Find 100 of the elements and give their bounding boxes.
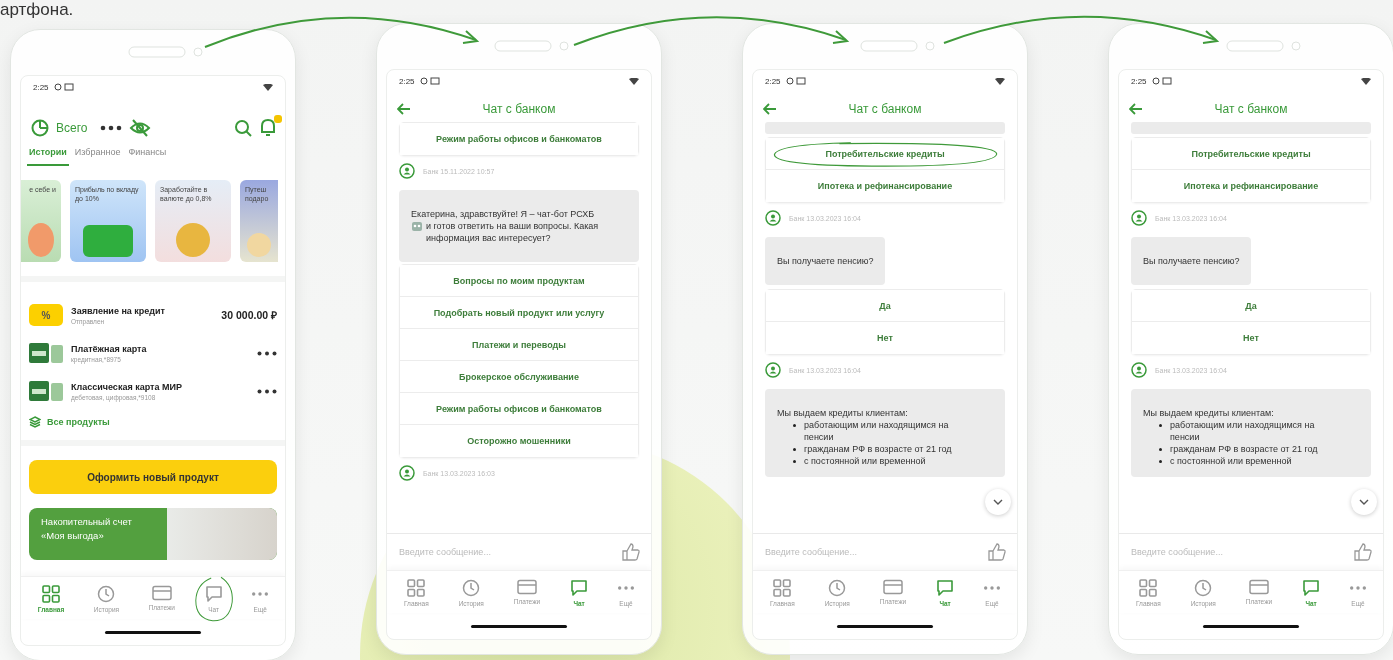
- card-icon: [516, 579, 537, 595]
- thumbs-up-icon[interactable]: [1353, 542, 1373, 562]
- quick-reply-button[interactable]: Ипотека и рефинансирование: [1132, 170, 1370, 202]
- status-icon: [1151, 77, 1172, 85]
- scroll-down-button[interactable]: [985, 489, 1011, 515]
- search-icon[interactable]: [234, 118, 252, 137]
- more-icon[interactable]: [257, 388, 277, 394]
- product-title: Платёжная карта: [71, 343, 148, 354]
- avatar-icon: [765, 210, 781, 226]
- grid-icon: [773, 579, 792, 597]
- back-arrow-icon[interactable]: [397, 103, 411, 115]
- card-icon: [882, 579, 903, 595]
- chat-icon: [1302, 579, 1321, 597]
- quick-reply-button[interactable]: Да: [1132, 290, 1370, 322]
- chevron-down-icon: [1359, 499, 1369, 505]
- list-item-text: с постоянной или временной: [804, 455, 926, 467]
- notification-badge: [274, 115, 282, 123]
- pie-chart-icon[interactable]: [31, 118, 49, 137]
- status-time: 2:25: [765, 76, 781, 86]
- quick-reply-button[interactable]: Вопросы по моим продуктам: [400, 265, 638, 297]
- story-tab[interactable]: Избранное: [72, 145, 123, 166]
- card-icon: [151, 585, 172, 601]
- avatar-icon: [765, 362, 781, 378]
- quick-reply-button[interactable]: Потребительские кредиты: [1132, 138, 1370, 170]
- caption-text: артфона.: [0, 0, 75, 20]
- promo-banner[interactable]: Накопительный счет «Моя выгода»: [29, 508, 277, 560]
- quick-reply-button[interactable]: Да: [766, 290, 1004, 322]
- all-products-link[interactable]: Все продукты: [29, 410, 110, 432]
- quick-reply-button[interactable]: Ипотека и рефинансирование: [766, 170, 1004, 202]
- clock-icon: [1194, 579, 1213, 597]
- quick-reply-button[interactable]: Подобрать новый продукт или услугу: [400, 297, 638, 329]
- status-icon: [419, 77, 440, 85]
- total-label[interactable]: Всего: [56, 120, 88, 135]
- message-text: Вы получаете пенсию?: [1143, 255, 1240, 267]
- list-item-text: гражданам РФ в возрасте от 21 год: [1170, 443, 1318, 455]
- quick-reply-button[interactable]: Платежи и переводы: [400, 329, 638, 361]
- grid-icon: [1139, 579, 1158, 597]
- story-tab[interactable]: Истории: [27, 145, 69, 166]
- message-input[interactable]: Введите сообщение...: [397, 546, 615, 558]
- chat-title: Чат с банком: [1213, 102, 1289, 116]
- quick-reply-button[interactable]: Потребительские кредиты: [766, 138, 1004, 170]
- product-title: Заявление на кредит: [71, 305, 166, 316]
- grid-icon: [407, 579, 426, 597]
- story-tab[interactable]: Финансы: [126, 145, 169, 166]
- message-input[interactable]: Введите сообщение...: [763, 546, 981, 558]
- more-icon: [618, 586, 634, 590]
- scroll-down-button[interactable]: [1351, 489, 1377, 515]
- eye-off-icon[interactable]: [129, 118, 152, 137]
- chat-icon: [936, 579, 955, 597]
- more-icon[interactable]: [100, 124, 123, 131]
- wifi-icon: [629, 77, 639, 85]
- message-text: Екатерина, здравствуйте! Я – чат-бот РСХБ: [411, 208, 596, 220]
- percent-icon: %: [29, 304, 63, 326]
- bullet-icon: [793, 460, 796, 463]
- bullet-icon: [1159, 424, 1162, 427]
- promo-illustration: [176, 223, 210, 257]
- message-text: Мы выдаем кредиты клиентам:: [1143, 408, 1274, 418]
- bullet-icon: [1159, 460, 1162, 463]
- thumbs-up-icon[interactable]: [987, 542, 1007, 562]
- chat-icon: [570, 579, 589, 597]
- back-arrow-icon[interactable]: [1129, 103, 1143, 115]
- grid-icon: [42, 585, 60, 603]
- status-time: 2:25: [33, 82, 49, 92]
- card-image-icon: [29, 379, 63, 403]
- quick-reply-button[interactable]: Нет: [1132, 322, 1370, 354]
- list-item-text: с постоянной или временной: [1170, 455, 1292, 467]
- clock-icon: [462, 579, 481, 597]
- message-text: и готов ответить на ваши вопросы. Какая информация вас интересует?: [426, 220, 600, 244]
- chat-icon: [204, 585, 223, 603]
- bullet-icon: [793, 448, 796, 451]
- wifi-icon: [995, 77, 1005, 85]
- promo-name: «Моя выгода»: [41, 530, 105, 541]
- new-product-button[interactable]: Оформить новый продукт: [29, 460, 277, 494]
- quick-reply-button[interactable]: Нет: [766, 322, 1004, 354]
- promo-illustration: [247, 233, 271, 257]
- avatar-icon: [399, 163, 415, 179]
- message-input[interactable]: Введите сообщение...: [1129, 546, 1347, 558]
- status-time: 2:25: [399, 76, 415, 86]
- more-icon: [252, 592, 269, 596]
- back-arrow-icon[interactable]: [763, 103, 777, 115]
- quick-reply-button[interactable]: Режим работы офисов и банкоматов: [400, 123, 638, 155]
- card-image-icon: [29, 341, 63, 365]
- avatar-icon: [1131, 362, 1147, 378]
- quick-reply-button[interactable]: Брокерское обслуживание: [400, 361, 638, 393]
- thumbs-up-icon[interactable]: [621, 542, 641, 562]
- promo-illustration: [83, 225, 133, 257]
- wifi-icon: [1361, 77, 1371, 85]
- quick-reply-button[interactable]: Режим работы офисов и банкоматов: [400, 393, 638, 425]
- chat-title: Чат с банком: [847, 102, 923, 116]
- bell-icon[interactable]: [259, 118, 277, 137]
- avatar-icon: [399, 465, 415, 481]
- product-amount: 30 000.00 ₽: [221, 308, 277, 322]
- more-icon[interactable]: [257, 350, 277, 356]
- chat-title: Чат с банком: [481, 102, 557, 116]
- clock-icon: [97, 585, 116, 603]
- robot-icon: [411, 220, 423, 232]
- bullet-icon: [793, 424, 796, 427]
- product-title: Классическая карта МИР: [71, 381, 183, 392]
- quick-reply-button[interactable]: Осторожно мошенники: [400, 425, 638, 457]
- more-icon: [984, 586, 1000, 590]
